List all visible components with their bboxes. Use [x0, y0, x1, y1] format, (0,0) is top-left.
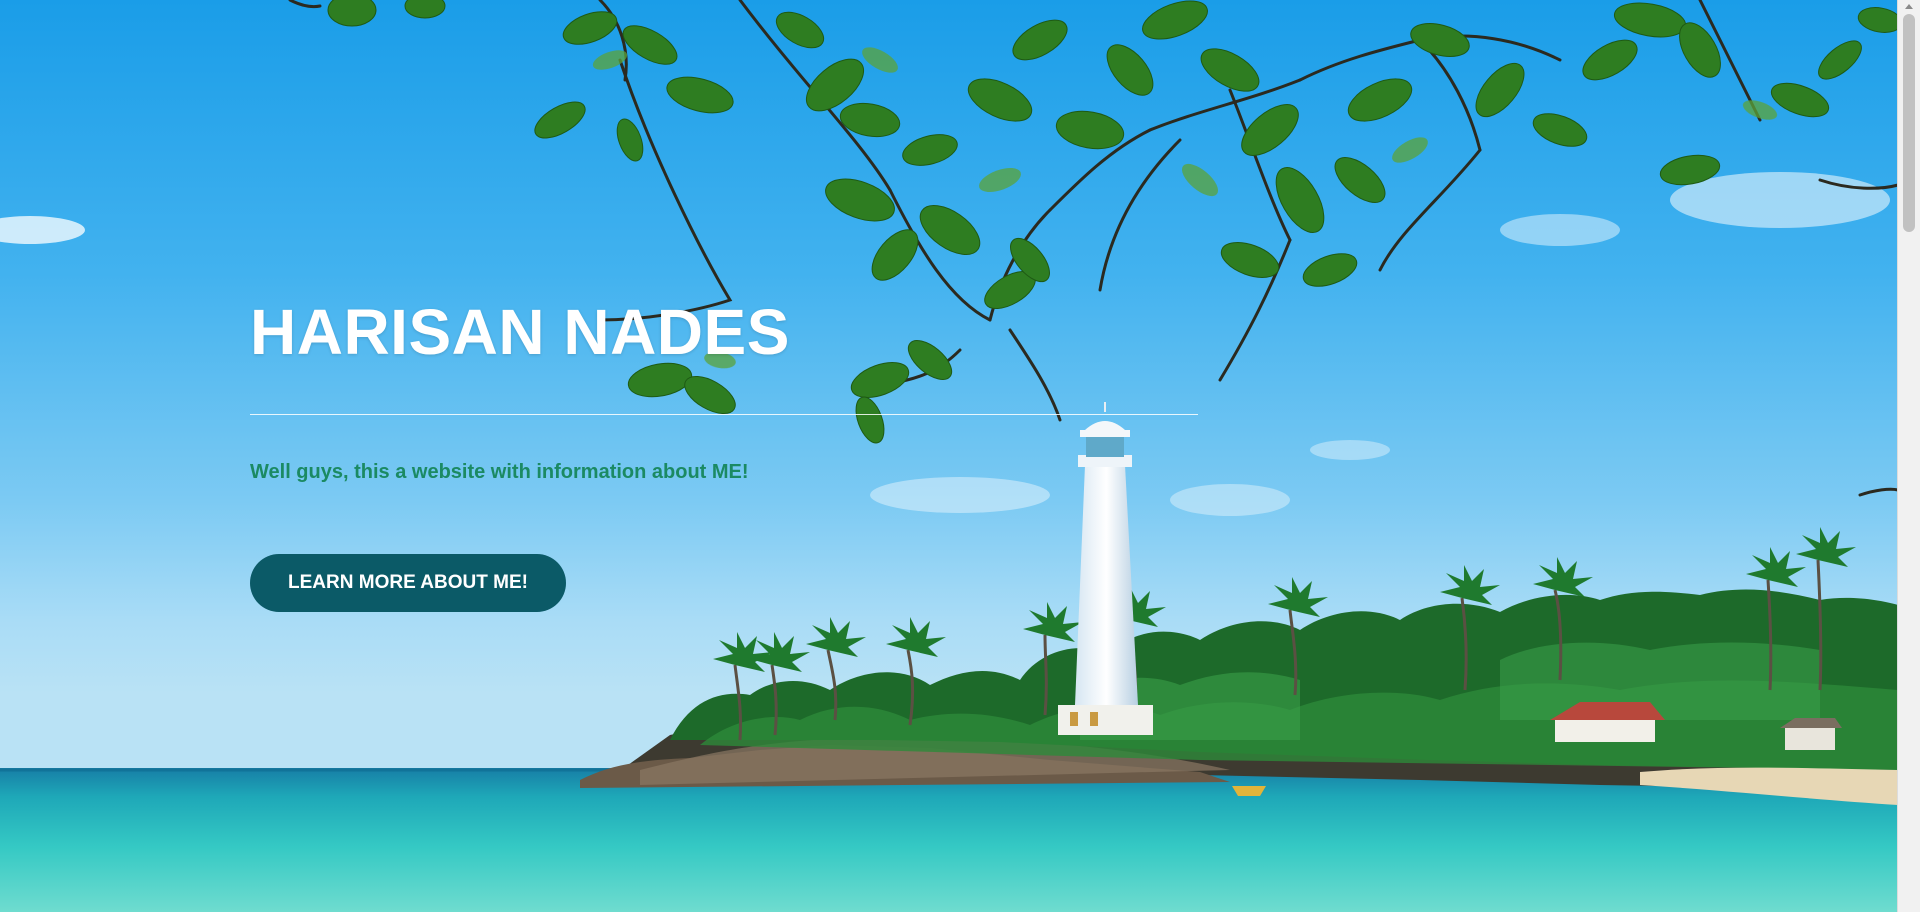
hero-title: HARISAN NADES: [250, 296, 790, 368]
hero-divider: [250, 414, 1198, 415]
page-scrollbar[interactable]: [1897, 0, 1920, 912]
sea: [0, 768, 1898, 912]
learn-more-button[interactable]: LEARN MORE ABOUT ME!: [250, 554, 566, 612]
scroll-up-arrow-icon[interactable]: [1905, 4, 1913, 9]
hero-subtitle: Well guys, this a website with informati…: [250, 461, 749, 483]
browser-viewport: HARISAN NADES Well guys, this a website …: [0, 0, 1920, 912]
scrollbar-thumb[interactable]: [1903, 14, 1915, 232]
hero-section: HARISAN NADES Well guys, this a website …: [0, 0, 1898, 912]
hero-content: HARISAN NADES Well guys, this a website …: [250, 300, 1198, 612]
